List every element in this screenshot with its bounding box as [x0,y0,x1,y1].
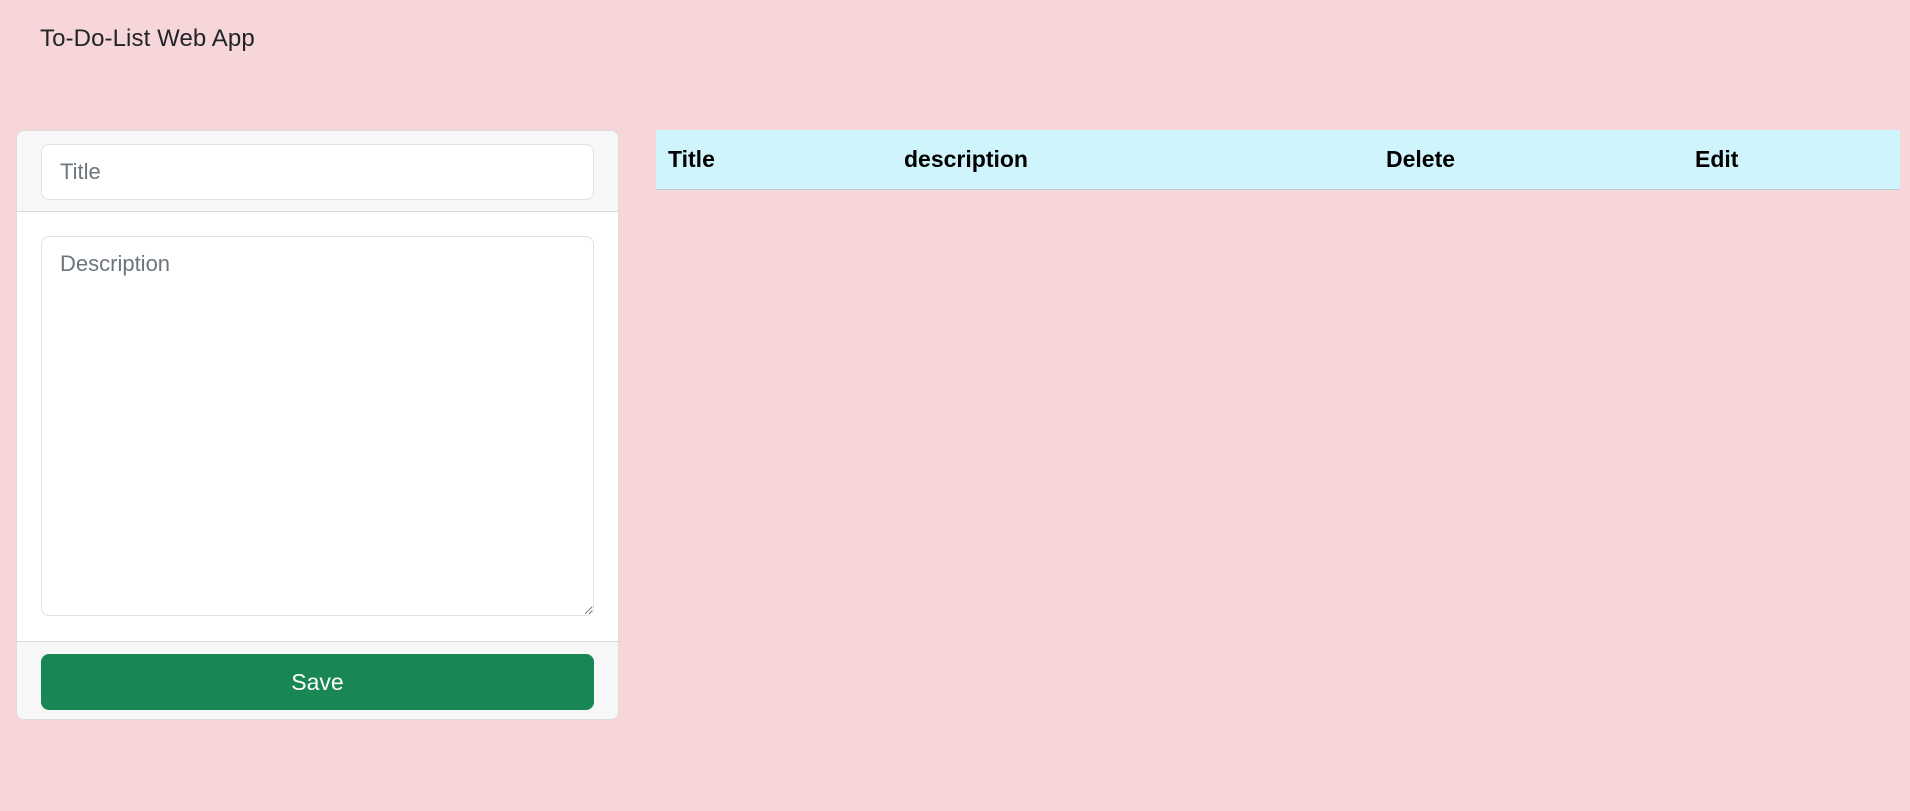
task-form-footer: Save [17,641,618,719]
column-header-title: Title [668,145,715,172]
task-form-header [17,131,618,212]
save-button[interactable]: Save [41,654,594,710]
column-header-description: description [904,145,1028,172]
task-form-card: Save [16,130,619,720]
description-textarea[interactable] [41,236,594,616]
task-form-body [17,212,618,641]
tasks-table-header: Title description Delete Edit [656,130,1900,189]
tasks-table: Title description Delete Edit [656,130,1900,190]
app-brand-link[interactable]: To-Do-List Web App [40,25,255,53]
navbar: To-Do-List Web App [40,22,255,56]
title-input[interactable] [41,144,594,200]
column-header-edit: Edit [1695,145,1739,172]
table-header-row: Title description Delete Edit [656,130,1900,189]
column-header-delete: Delete [1386,145,1456,172]
